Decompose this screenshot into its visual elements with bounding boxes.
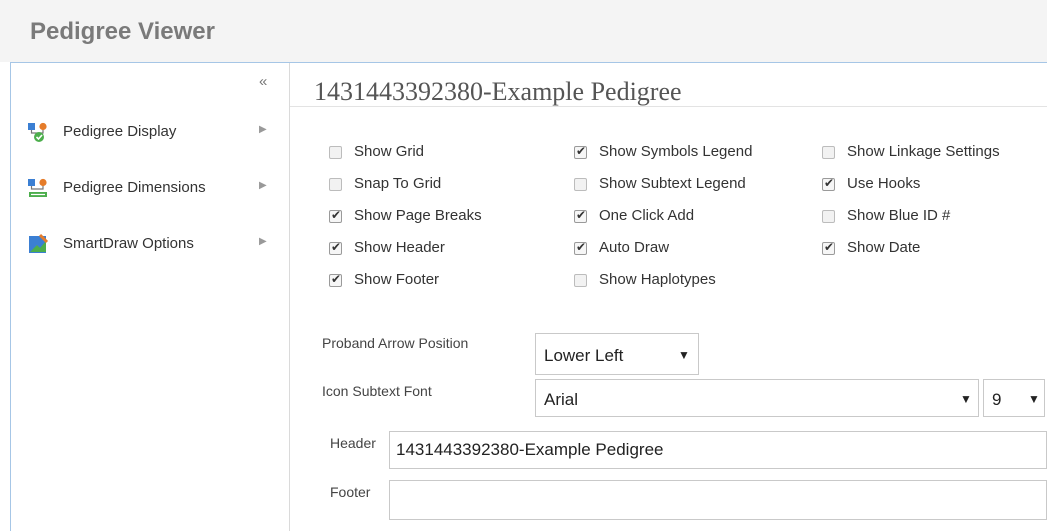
options-panel: Show Grid Snap To Grid Show Page Breaks … xyxy=(290,106,1047,532)
chevron-right-icon: ▶ xyxy=(259,124,267,135)
footer-input[interactable] xyxy=(389,480,1047,520)
proband-arrow-label: Proband Arrow Position xyxy=(322,335,469,351)
sidebar: « Pedigree Display ▶ Pedigree Dimensions… xyxy=(11,63,290,531)
chevron-right-icon: ▶ xyxy=(259,236,267,247)
proband-arrow-select[interactable]: Lower Left ▼ xyxy=(535,333,699,375)
icon-subtext-font-select[interactable]: Arial ▼ xyxy=(535,379,979,417)
header-label: Header xyxy=(330,435,376,451)
app-title: Pedigree Viewer xyxy=(30,18,215,45)
sidebar-item-pedigree-dimensions[interactable]: Pedigree Dimensions ▶ xyxy=(27,177,279,199)
collapse-sidebar-button[interactable]: « xyxy=(259,73,267,90)
dropdown-arrow-icon: ▼ xyxy=(678,348,690,362)
pedigree-display-icon xyxy=(27,121,49,143)
dropdown-arrow-icon: ▼ xyxy=(960,392,972,406)
sidebar-item-label: SmartDraw Options xyxy=(63,235,194,252)
footer-label: Footer xyxy=(330,484,371,500)
sidebar-item-label: Pedigree Dimensions xyxy=(63,179,206,196)
document-title: 1431443392380-Example Pedigree xyxy=(314,77,682,106)
app-header: Pedigree Viewer xyxy=(0,0,1047,62)
content-area: 1431443392380-Example Pedigree Show Grid… xyxy=(290,63,1047,532)
sidebar-item-label: Pedigree Display xyxy=(63,123,177,140)
smartdraw-options-icon xyxy=(27,233,49,255)
sidebar-item-pedigree-display[interactable]: Pedigree Display ▶ xyxy=(27,121,279,143)
chevron-right-icon: ▶ xyxy=(259,180,267,191)
dropdown-arrow-icon: ▼ xyxy=(1028,392,1040,406)
pedigree-dimensions-icon xyxy=(27,177,49,199)
header-input[interactable]: 1431443392380-Example Pedigree xyxy=(389,431,1047,469)
icon-subtext-font-label: Icon Subtext Font xyxy=(322,383,432,399)
sidebar-item-smartdraw-options[interactable]: SmartDraw Options ▶ xyxy=(27,233,279,255)
font-size-select[interactable]: 9 ▼ xyxy=(983,379,1045,417)
